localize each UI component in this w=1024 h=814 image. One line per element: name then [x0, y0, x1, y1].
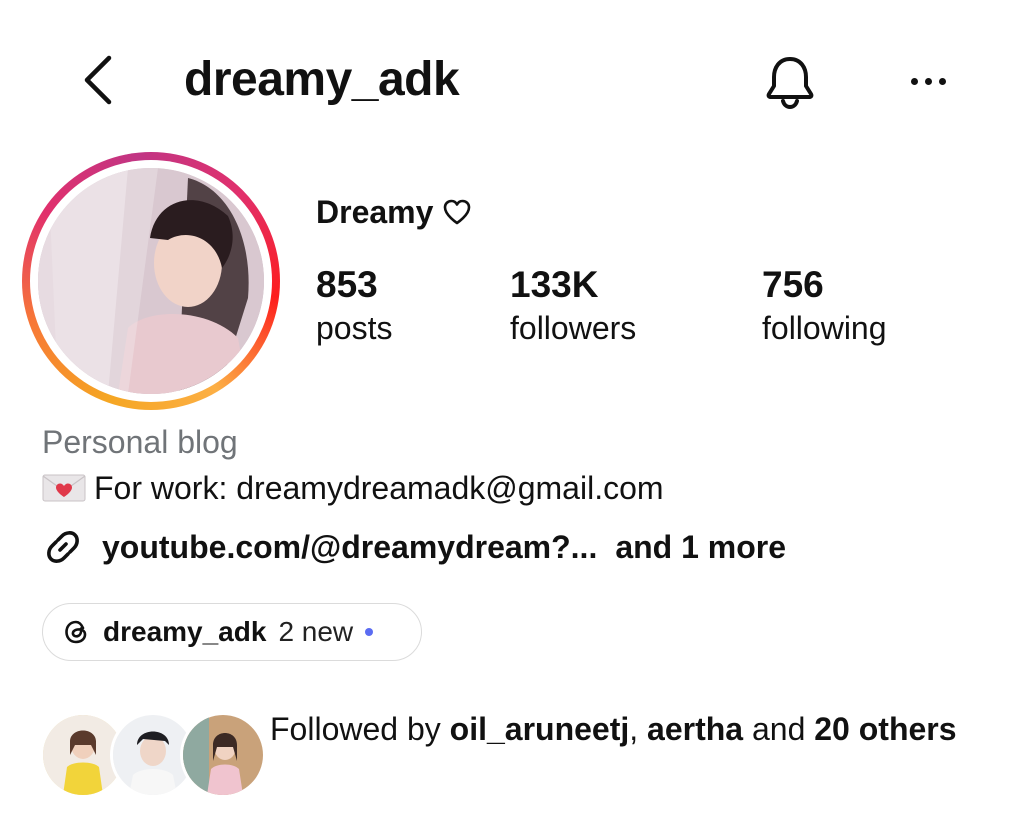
profile-avatar-story-ring[interactable]: [22, 152, 280, 410]
profile-avatar: [38, 168, 264, 394]
profile-category: Personal blog: [42, 424, 238, 460]
link-icon: [47, 531, 79, 563]
stat-followers[interactable]: 133K followers: [510, 262, 636, 348]
more-dots-icon: [910, 77, 918, 85]
following-label: following: [762, 310, 887, 346]
mutual-others-count: 20 others: [814, 711, 957, 747]
bio-work-text: For work: dreamydreamadk@gmail.com: [94, 470, 664, 506]
followers-count: 133K: [510, 264, 599, 305]
posts-label: posts: [316, 310, 393, 346]
threads-new-count: 2 new: [278, 616, 354, 647]
followers-label: followers: [510, 310, 637, 346]
envelope-heart-icon: [42, 474, 86, 502]
profile-display-name: Dreamy: [316, 192, 471, 232]
followed-by-text[interactable]: Followed by oil_aruneetj, aertha and 20 …: [270, 706, 970, 752]
threads-badge-button[interactable]: dreamy_adk 2 new: [42, 603, 422, 661]
mutual-user-2: aertha: [647, 711, 744, 747]
more-dot: [938, 77, 946, 85]
more-options-button[interactable]: [898, 56, 958, 106]
more-links-label: and 1 more: [615, 529, 787, 565]
more-dot: [924, 77, 932, 85]
followed-by-sep: ,: [629, 711, 648, 747]
back-arrow-icon: [84, 55, 112, 105]
mutual-followers-avatars[interactable]: [40, 712, 266, 798]
mutual-user-1: oil_aruneetj: [449, 711, 630, 747]
profile-username-title: dreamy_adk: [184, 53, 460, 106]
posts-count: 853: [316, 264, 378, 305]
following-count: 756: [762, 264, 824, 305]
notifications-button[interactable]: [758, 50, 822, 114]
followed-by-and: and: [743, 711, 815, 747]
threads-new-dot: [365, 628, 374, 636]
stat-posts[interactable]: 853 posts: [316, 262, 392, 348]
back-button[interactable]: [70, 52, 126, 108]
bio-external-link[interactable]: youtube.com/@dreamydream?... and 1 more: [42, 526, 786, 568]
mutual-avatar-3: [180, 712, 266, 798]
bio-work-line: For work: dreamydreamadk@gmail.com: [42, 468, 664, 508]
link-url: youtube.com/@dreamydream?...: [102, 529, 598, 565]
display-name-text: Dreamy: [316, 194, 434, 230]
heart-outline-icon: [444, 199, 471, 225]
profile-header: dreamy_adk: [0, 0, 1024, 160]
threads-icon: [65, 620, 87, 644]
stat-following[interactable]: 756 following: [762, 262, 887, 348]
bell-icon: [766, 57, 814, 110]
threads-username: dreamy_adk: [103, 616, 267, 647]
followed-by-prefix: Followed by: [270, 711, 450, 747]
